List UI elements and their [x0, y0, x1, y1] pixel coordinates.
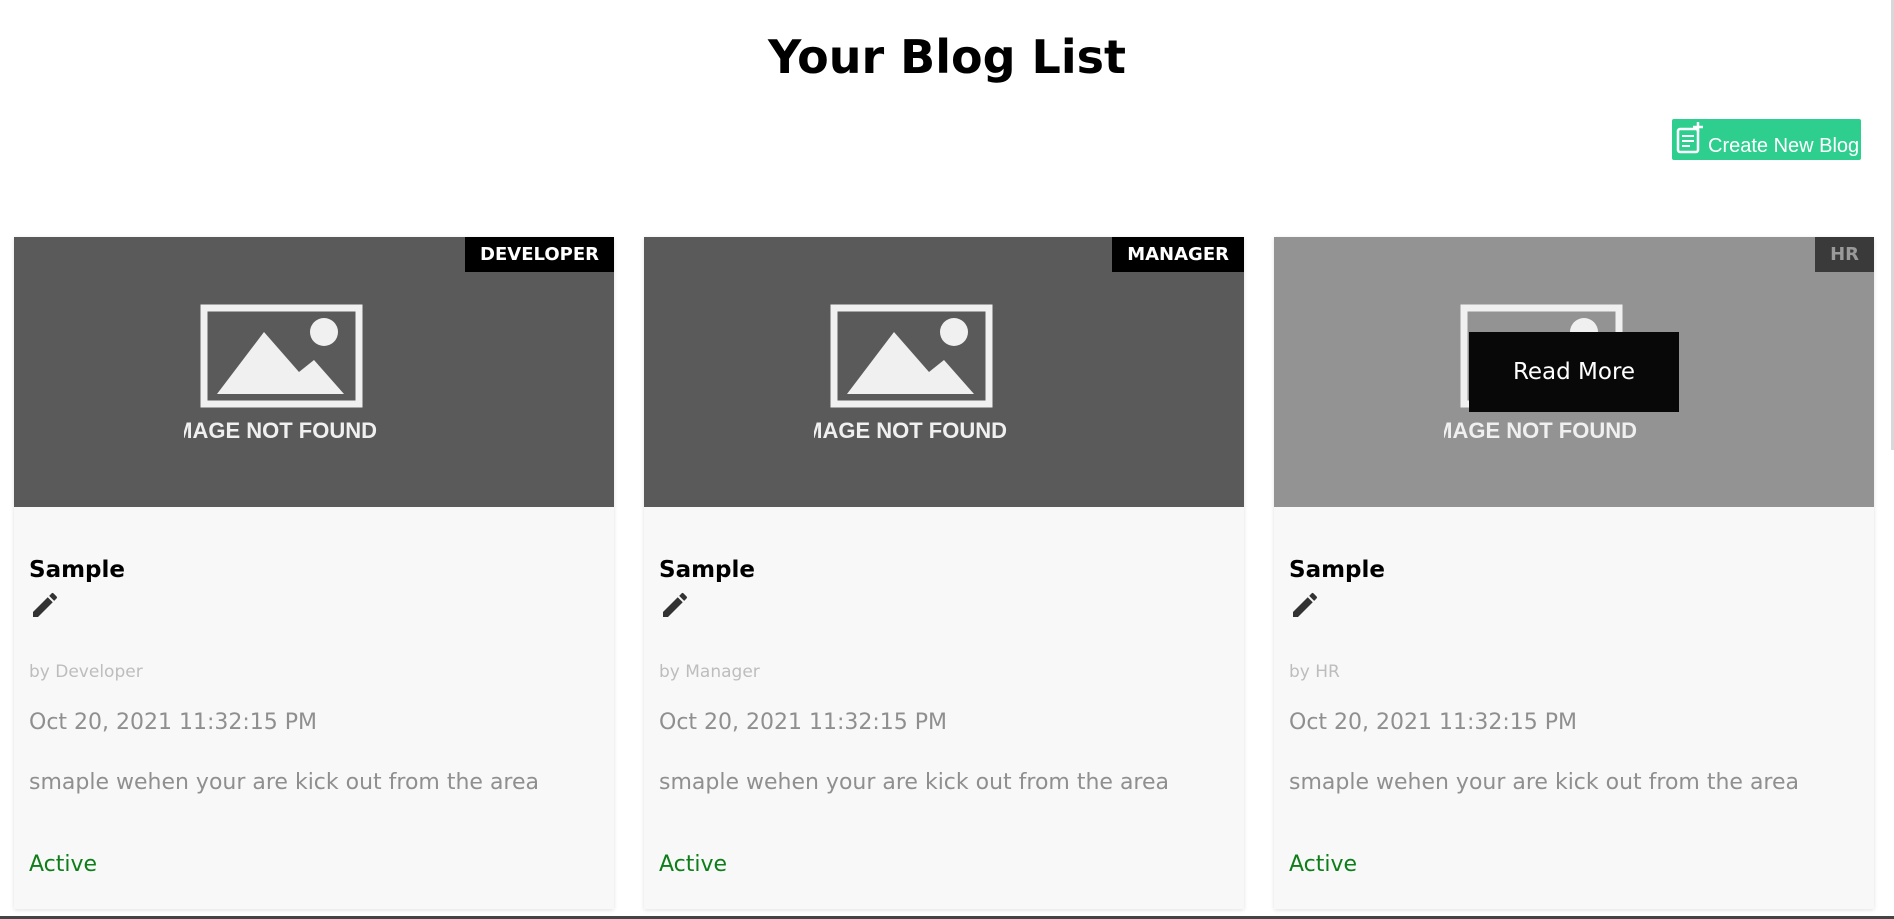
page: Your Blog List Create New Blog IMAGE NOT… [0, 0, 1894, 919]
blog-description: smaple wehen your are kick out from the … [29, 770, 540, 795]
image-not-found-text: IMAGE NOT FOUND [1444, 418, 1637, 442]
image-not-found-icon: IMAGE NOT FOUND [184, 304, 377, 442]
blog-date: Oct 20, 2021 11:32:15 PM [659, 710, 948, 735]
image-not-found-icon: IMAGE NOT FOUND [814, 304, 1007, 442]
blog-image[interactable]: IMAGE NOT FOUND HR Read More [1274, 237, 1874, 507]
blog-card[interactable]: IMAGE NOT FOUND DEVELOPER Sample by Deve… [14, 237, 614, 909]
blog-date: Oct 20, 2021 11:32:15 PM [29, 710, 318, 735]
category-tag: MANAGER [1112, 237, 1244, 272]
image-not-found-text: IMAGE NOT FOUND [814, 418, 1007, 442]
blog-image[interactable]: IMAGE NOT FOUND MANAGER [644, 237, 1244, 507]
pencil-edit-icon[interactable] [659, 589, 691, 621]
blog-author: by Developer [29, 662, 143, 682]
blog-description: smaple wehen your are kick out from the … [1289, 770, 1800, 795]
status-label: Active [659, 852, 728, 877]
blog-description: smaple wehen your are kick out from the … [659, 770, 1170, 795]
blog-author: by Manager [659, 662, 760, 682]
blog-card[interactable]: IMAGE NOT FOUND MANAGER Sample by Manage… [644, 237, 1244, 909]
blog-title: Sample [29, 557, 125, 583]
category-tag: DEVELOPER [465, 237, 614, 272]
blog-title: Sample [1289, 557, 1385, 583]
create-new-blog-button[interactable]: Create New Blog [1672, 119, 1861, 160]
create-new-blog-label: Create New Blog [1708, 135, 1860, 157]
category-tag: HR [1815, 237, 1874, 272]
read-more-button[interactable]: Read More [1469, 332, 1679, 412]
add-note-icon [1676, 122, 1703, 154]
pencil-edit-icon[interactable] [29, 589, 61, 621]
page-title: Your Blog List [768, 30, 1126, 84]
pencil-edit-icon[interactable] [1289, 589, 1321, 621]
status-label: Active [1289, 852, 1358, 877]
status-label: Active [29, 852, 98, 877]
blog-title: Sample [659, 557, 755, 583]
blog-card[interactable]: IMAGE NOT FOUND HR Read More Sample by H… [1274, 237, 1874, 909]
image-not-found-text: IMAGE NOT FOUND [184, 418, 377, 442]
blog-author: by HR [1289, 662, 1340, 682]
blog-image[interactable]: IMAGE NOT FOUND DEVELOPER [14, 237, 614, 507]
blog-date: Oct 20, 2021 11:32:15 PM [1289, 710, 1578, 735]
